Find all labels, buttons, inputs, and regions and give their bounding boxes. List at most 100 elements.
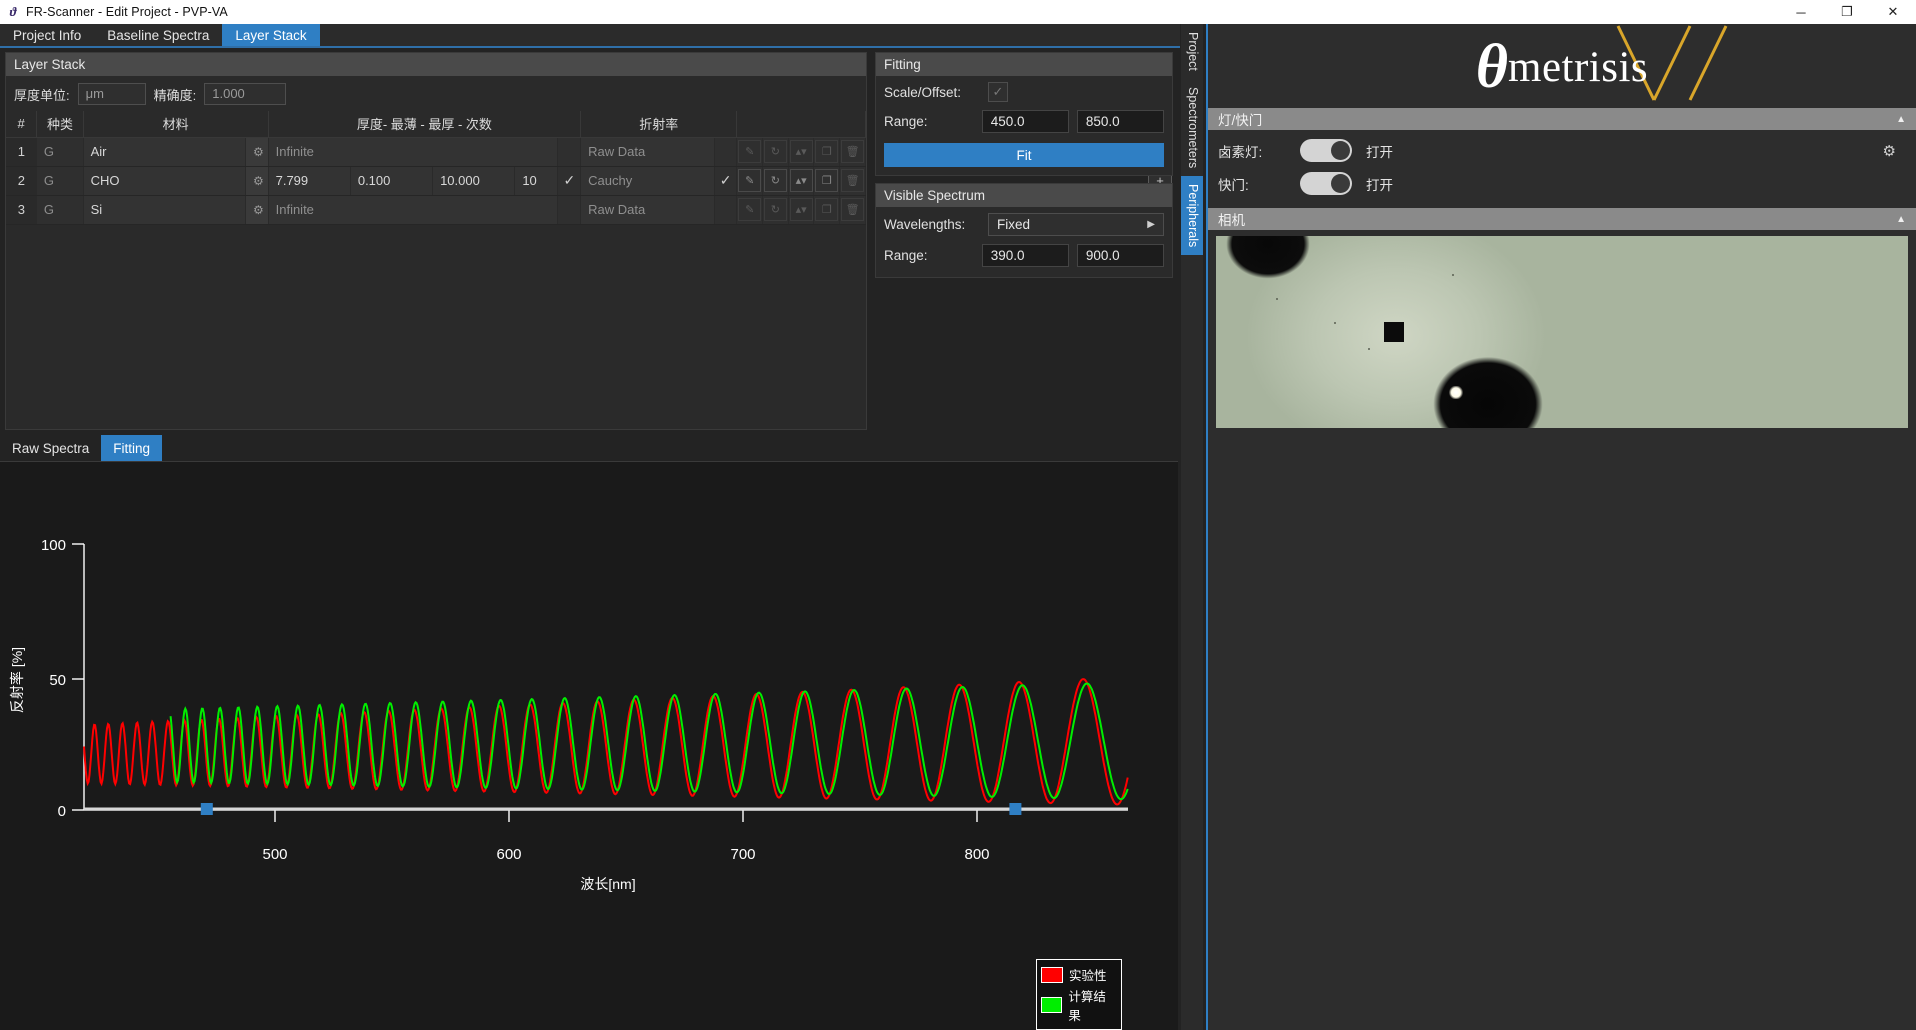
tab-fitting-chart[interactable]: Fitting xyxy=(101,435,163,461)
camera-title: 相机 xyxy=(1218,213,1245,228)
row-kind[interactable]: G xyxy=(36,195,84,225)
shutter-row: 快门: 打开 xyxy=(1218,167,1906,200)
lamp-settings-gear-icon[interactable]: ⚙ xyxy=(1883,142,1896,160)
toggle-knob xyxy=(1331,174,1350,193)
vtab-spectrometers[interactable]: Spectrometers xyxy=(1181,79,1203,176)
row-thickness-min[interactable]: 0.100 xyxy=(350,166,434,196)
refresh-icon[interactable]: ↻ xyxy=(763,169,787,192)
application-window: ϑ FR-Scanner - Edit Project - PVP-VA ─ ❐… xyxy=(0,0,1916,1030)
spinner-icon[interactable]: ▴▾ xyxy=(789,198,813,221)
y-tick-100: 100 xyxy=(41,537,66,554)
scale-offset-row: Scale/Offset: ✓ xyxy=(876,76,1172,104)
y-tick-50: 50 xyxy=(49,672,66,689)
fit-button[interactable]: Fit xyxy=(884,143,1164,167)
scrollbar-right-handle[interactable] xyxy=(1009,803,1022,815)
legend-item-experimental: 实验性 xyxy=(1041,965,1117,984)
camera-preview[interactable] xyxy=(1216,236,1908,428)
logo-theta: θ xyxy=(1475,33,1509,101)
row-thickness-count[interactable]: 10 xyxy=(514,166,559,196)
tab-baseline-spectra[interactable]: Baseline Spectra xyxy=(94,24,223,46)
tab-project-info[interactable]: Project Info xyxy=(0,24,95,46)
collapse-up-icon[interactable]: ▲ xyxy=(1896,214,1906,225)
row-thickness-max[interactable]: 10.000 xyxy=(432,166,516,196)
table-row[interactable]: 1 G Air ⚙ Infinite Raw Data ✎ ↻ ▴▾ ❐ 🗑 xyxy=(6,137,866,167)
spinner-icon[interactable]: ▴▾ xyxy=(789,169,813,192)
camera-image xyxy=(1216,236,1908,428)
table-header-row: # 种类 材料 厚度- 最薄 - 最厚 - 次数 折射率 xyxy=(6,111,866,138)
scale-offset-checkbox[interactable]: ✓ xyxy=(988,82,1008,102)
precision-field[interactable]: 1.000 xyxy=(204,83,287,105)
fitting-range-max-input[interactable]: 850.0 xyxy=(1076,110,1164,133)
shutter-state: 打开 xyxy=(1366,177,1393,193)
copy-icon[interactable]: ❐ xyxy=(815,140,839,163)
visible-range-max-input[interactable]: 900.0 xyxy=(1076,244,1164,267)
delete-icon[interactable]: 🗑 xyxy=(841,169,865,192)
logo-text: θmetrisis xyxy=(1476,32,1648,103)
col-material: 材料 xyxy=(83,111,269,138)
row-thickness[interactable]: Infinite xyxy=(268,137,559,167)
minimize-icon[interactable]: ─ xyxy=(1778,0,1824,24)
halogen-lamp-state: 打开 xyxy=(1366,144,1393,160)
delete-icon[interactable]: 🗑 xyxy=(841,140,865,163)
close-icon[interactable]: ✕ xyxy=(1870,0,1916,24)
shutter-label: 快门: xyxy=(1218,177,1249,193)
row-thickness[interactable]: Infinite xyxy=(268,195,559,225)
chart-tab-bar: Raw Spectra Fitting xyxy=(0,435,1180,461)
tab-raw-spectra[interactable]: Raw Spectra xyxy=(0,435,101,461)
edit-icon[interactable]: ✎ xyxy=(738,198,762,221)
chevron-right-icon: ▶ xyxy=(1147,219,1155,230)
row-material[interactable]: Si xyxy=(83,195,246,225)
camera-section-header[interactable]: 相机 ▲ xyxy=(1208,208,1916,230)
table-row[interactable]: 3 G Si ⚙ Infinite Raw Data ✎ ↻ ▴▾ ❐ 🗑 xyxy=(6,195,866,225)
lamp-shutter-section-header[interactable]: 灯/快门 ▲ xyxy=(1208,108,1916,130)
table-row[interactable]: 2 G CHO ⚙ 7.799 0.100 10.000 10 ✓ Cauchy… xyxy=(6,166,866,196)
brand-logo: θmetrisis xyxy=(1208,24,1916,108)
vtab-project[interactable]: Project xyxy=(1181,24,1203,79)
wavelengths-select[interactable]: Fixed ▶ xyxy=(988,213,1164,236)
thickness-unit-field[interactable]: μm xyxy=(77,83,146,105)
row-material[interactable]: Air xyxy=(83,137,246,167)
material-gear-icon[interactable]: ⚙ xyxy=(253,174,264,188)
collapse-up-icon[interactable]: ▲ xyxy=(1896,114,1906,125)
copy-icon[interactable]: ❐ xyxy=(815,198,839,221)
row-material[interactable]: CHO xyxy=(83,166,246,196)
vtab-peripherals[interactable]: Peripherals xyxy=(1181,176,1203,256)
app-logo-icon: ϑ xyxy=(9,4,17,19)
row-kind[interactable]: G xyxy=(36,137,84,167)
y-axis-label: 反射率 [%] xyxy=(9,647,25,713)
window-controls: ─ ❐ ✕ xyxy=(1778,0,1916,24)
wavelengths-label: Wavelengths: xyxy=(884,217,966,232)
camera-target-marker xyxy=(1384,322,1404,342)
delete-icon[interactable]: 🗑 xyxy=(841,198,865,221)
material-gear-icon[interactable]: ⚙ xyxy=(253,203,264,217)
row-thickness[interactable]: 7.799 xyxy=(268,166,351,196)
maximize-icon[interactable]: ❐ xyxy=(1824,0,1870,24)
fitting-range-min-input[interactable]: 450.0 xyxy=(981,110,1069,133)
visible-range-min-input[interactable]: 390.0 xyxy=(981,244,1069,267)
scrollbar-left-handle[interactable] xyxy=(200,803,213,815)
index-fit-checkbox[interactable]: ✓ xyxy=(720,172,732,188)
row-index-model[interactable]: Raw Data xyxy=(580,195,715,225)
title-bar: ϑ FR-Scanner - Edit Project - PVP-VA ─ ❐… xyxy=(0,0,1916,24)
x-tick-800: 800 xyxy=(964,846,989,863)
spinner-icon[interactable]: ▴▾ xyxy=(789,140,813,163)
legend-label-calculated: 计算结果 xyxy=(1068,990,1106,1023)
legend-item-calculated: 计算结果 xyxy=(1041,986,1117,1024)
col-kind: 种类 xyxy=(36,111,84,138)
row-kind[interactable]: G xyxy=(36,166,84,196)
halogen-lamp-toggle[interactable] xyxy=(1300,139,1352,162)
camera-body xyxy=(1208,236,1916,428)
row-index-model[interactable]: Cauchy xyxy=(580,166,715,196)
edit-icon[interactable]: ✎ xyxy=(738,140,762,163)
thickness-fit-checkbox[interactable]: ✓ xyxy=(563,172,575,188)
copy-icon[interactable]: ❐ xyxy=(815,169,839,192)
tab-layer-stack[interactable]: Layer Stack xyxy=(222,24,320,46)
material-gear-icon[interactable]: ⚙ xyxy=(253,145,264,159)
row-index-model[interactable]: Raw Data xyxy=(580,137,715,167)
refresh-icon[interactable]: ↻ xyxy=(763,140,787,163)
x-tick-700: 700 xyxy=(730,846,755,863)
edit-icon[interactable]: ✎ xyxy=(738,169,762,192)
shutter-toggle[interactable] xyxy=(1300,172,1352,195)
refresh-icon[interactable]: ↻ xyxy=(763,198,787,221)
legend-swatch-experimental xyxy=(1041,966,1063,983)
